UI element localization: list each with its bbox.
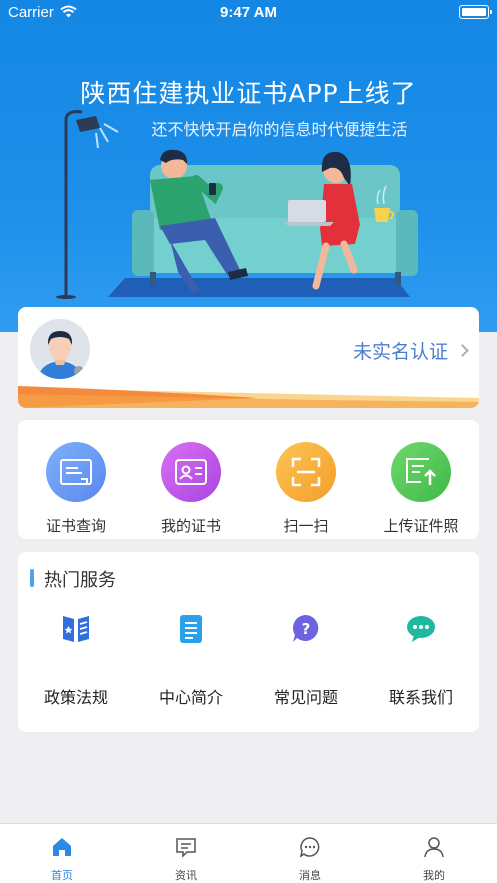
tab-label: 资讯 [175, 869, 197, 882]
policy-book-icon [63, 616, 89, 642]
certificate-search-icon [46, 442, 106, 502]
promo-banner[interactable]: 陕西住建执业证书APP上线了 还不快快开启你的信息时代便捷生活 [0, 0, 497, 332]
quick-action-label: 证书查询 [45, 517, 106, 535]
service-center-intro[interactable]: 中心简介 [133, 612, 249, 708]
banner-subtitle: 还不快快开启你的信息时代便捷生活 [151, 120, 408, 139]
profile-card[interactable]: 未实名认证 [18, 307, 479, 408]
status-bar: Carrier 9:47 AM [0, 0, 497, 26]
tab-label: 消息 [299, 869, 321, 882]
quick-action-label: 上传证件照 [383, 517, 459, 535]
tab-label: 我的 [423, 869, 445, 882]
message-icon [299, 837, 320, 858]
status-time: 9:47 AM [220, 4, 277, 21]
card-wave-stripe [18, 386, 479, 408]
tab-home[interactable]: 首页 [0, 836, 124, 883]
quick-action-scan[interactable]: 扫一扫 [248, 442, 364, 536]
home-icon [53, 838, 71, 856]
news-icon [176, 838, 196, 858]
quick-action-label: 扫一扫 [283, 517, 329, 535]
avatar-person-icon [30, 319, 90, 379]
service-label: 中心简介 [158, 688, 223, 707]
upload-photo-icon [391, 442, 451, 502]
quick-action-label: 我的证书 [160, 517, 221, 535]
tab-profile[interactable]: 我的 [372, 836, 496, 883]
battery-icon [459, 5, 492, 19]
section-title: 热门服务 [44, 570, 116, 591]
service-label: 常见问题 [273, 688, 338, 707]
service-contact-us[interactable]: 联系我们 [363, 612, 479, 708]
profile-icon [424, 837, 444, 858]
scan-icon [276, 442, 336, 502]
question-icon: ? [292, 614, 319, 642]
section-accent-bar [30, 569, 34, 587]
bottom-tab-bar: 首页 资讯 消息 我的 [0, 823, 497, 883]
service-label: 联系我们 [388, 688, 453, 707]
quick-action-certificate-search[interactable]: 证书查询 [18, 442, 134, 536]
svg-text:?: ? [302, 620, 311, 638]
tab-label: 首页 [51, 869, 73, 882]
banner-title: 陕西住建执业证书APP上线了 [80, 79, 417, 108]
service-label: 政策法规 [43, 688, 108, 707]
service-policy[interactable]: 政策法规 [18, 612, 134, 708]
banner-illustration [56, 110, 418, 299]
chat-icon [407, 616, 435, 642]
verify-status-label: 未实名认证 [352, 341, 448, 363]
avatar[interactable] [30, 319, 90, 379]
id-card-icon [161, 442, 221, 502]
tab-messages[interactable]: 消息 [248, 836, 372, 883]
chevron-right-icon [456, 344, 469, 357]
quick-action-upload-photo[interactable]: 上传证件照 [363, 442, 479, 536]
real-name-verify-link[interactable]: 未实名认证 [352, 337, 469, 364]
tab-news[interactable]: 资讯 [124, 836, 248, 883]
hot-services-card: 热门服务 政策法规 中心简介 ? 常见问题 联系我们 [18, 552, 479, 732]
document-icon [180, 615, 202, 643]
quick-action-my-certificate[interactable]: 我的证书 [133, 442, 249, 536]
service-faq[interactable]: ? 常见问题 [248, 612, 364, 708]
quick-actions-card: 证书查询 我的证书 扫一扫 上传证件照 [18, 420, 479, 539]
